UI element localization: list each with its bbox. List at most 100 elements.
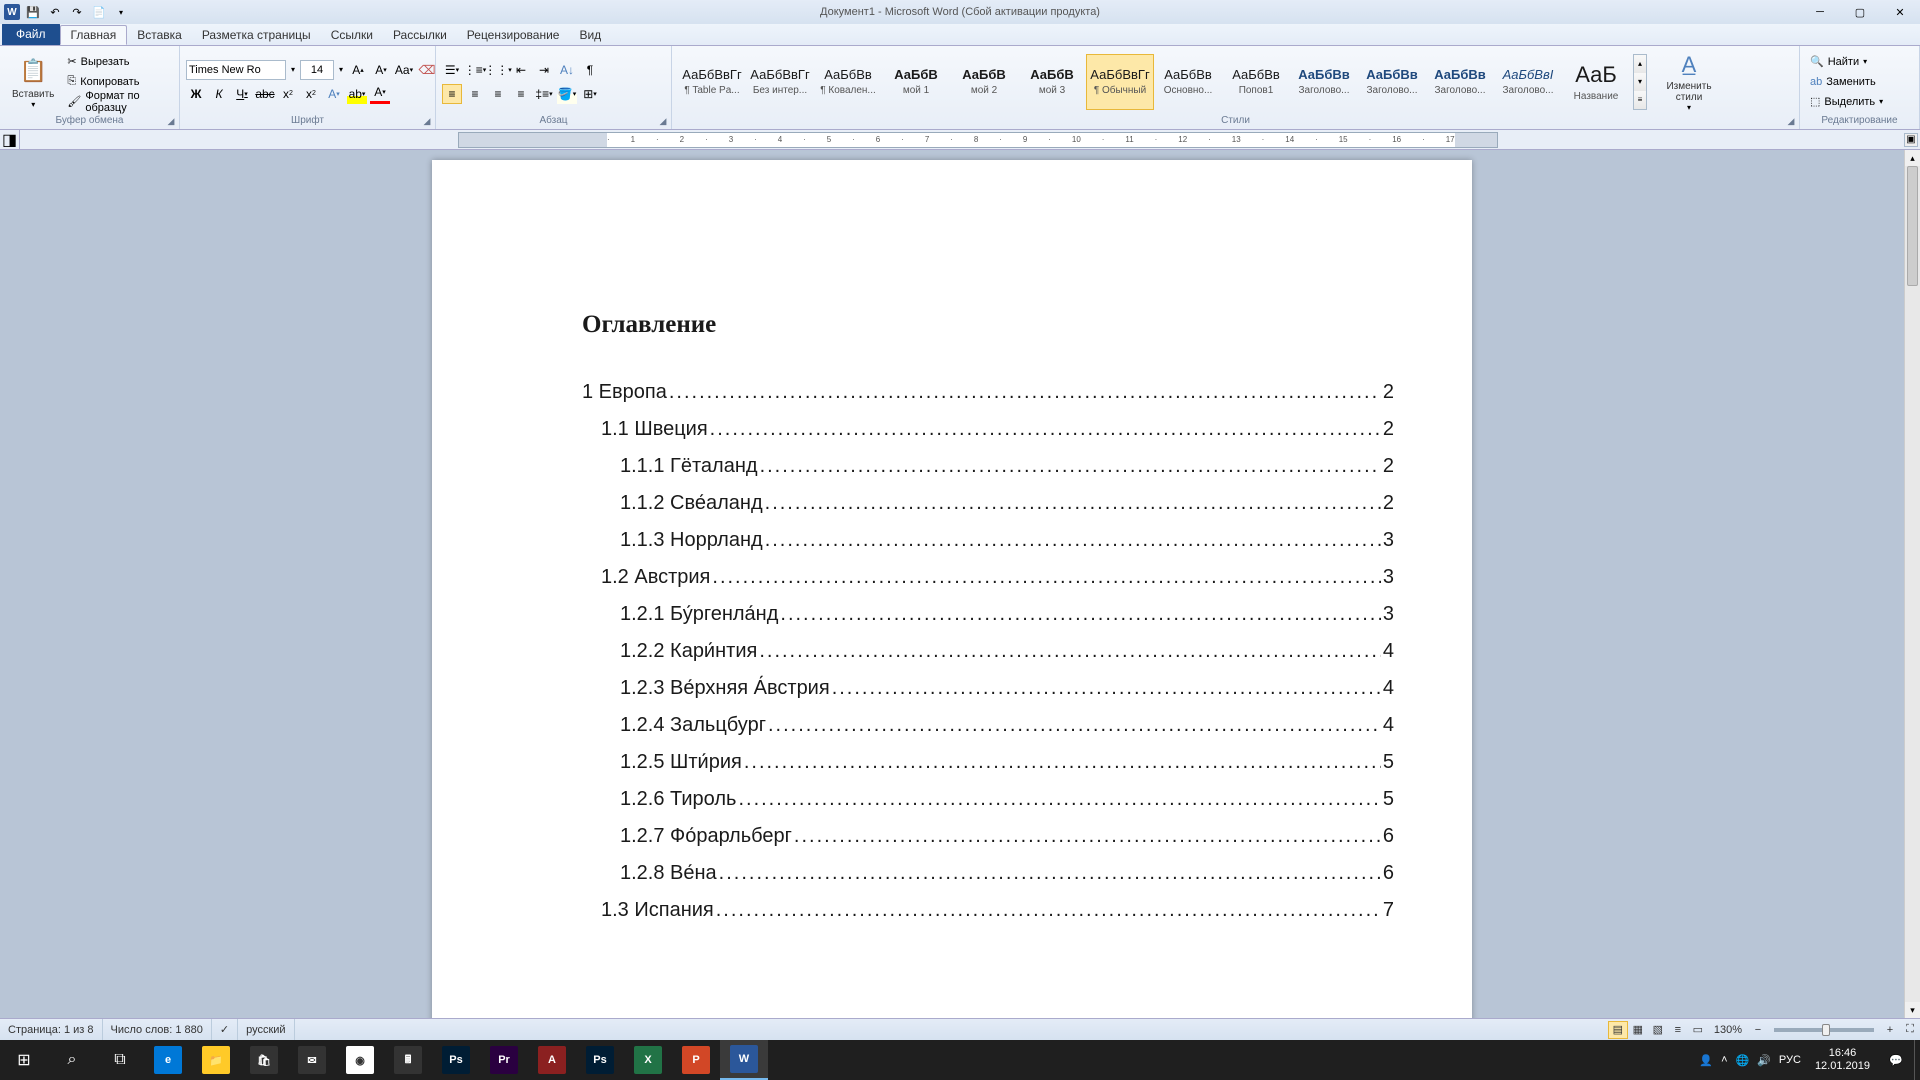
style-scroll-more[interactable]: ≡ [1634,91,1646,109]
multilevel-button[interactable]: ⋮⋮▾ [488,60,508,80]
style-item-4[interactable]: АаБбВмой 2 [950,54,1018,110]
horizontal-ruler[interactable]: ·1·2·3·4·5·6·7·8·9·10·11·12·13·14·15·16·… [458,132,1498,148]
taskbar-ppt[interactable]: P [672,1040,720,1080]
style-item-10[interactable]: АаБбВвЗаголово... [1358,54,1426,110]
style-item-0[interactable]: АаБбВвГг¶ Table Pa... [678,54,746,110]
search-button[interactable]: ⌕ [48,1040,96,1080]
paste-button[interactable]: 📋 Вставить ▾ [6,50,60,114]
style-item-3[interactable]: АаБбВмой 1 [882,54,950,110]
shading-button[interactable]: 🪣▾ [557,84,577,104]
tab-2[interactable]: Разметка страницы [192,25,321,45]
tray-lang[interactable]: РУС [1779,1054,1801,1066]
tab-5[interactable]: Рецензирование [457,25,570,45]
zoom-slider[interactable] [1774,1028,1874,1032]
style-item-9[interactable]: АаБбВвЗаголово... [1290,54,1358,110]
show-marks-button[interactable]: ¶ [580,60,600,80]
taskbar-store[interactable]: 🛍 [240,1040,288,1080]
tab-0[interactable]: Главная [60,25,128,45]
subscript-button[interactable]: x2 [278,84,298,104]
font-dd-icon[interactable]: ▾ [289,65,297,74]
borders-button[interactable]: ⊞▾ [580,84,600,104]
document-area[interactable]: Оглавление 1 Европа ....................… [0,150,1904,1050]
style-item-13[interactable]: АаБНазвание [1562,54,1630,110]
underline-button[interactable]: Ч▾ [232,84,252,104]
bullets-button[interactable]: ☰▾ [442,60,462,80]
scroll-up-icon[interactable]: ▴ [1905,150,1920,166]
style-scroll-down[interactable]: ▾ [1634,73,1646,91]
new-doc-icon[interactable]: 📄 [90,3,108,21]
zoom-in-button[interactable]: + [1880,1021,1900,1039]
tray-notifications[interactable]: 💬 [1878,1040,1914,1080]
view-full-screen[interactable]: ▦ [1628,1021,1648,1039]
taskbar-word[interactable]: W [720,1040,768,1080]
style-item-12[interactable]: АаБбВвIЗаголово... [1494,54,1562,110]
style-item-1[interactable]: АаБбВвГгБез интер... [746,54,814,110]
tray-volume-icon[interactable]: 🔊 [1757,1054,1771,1067]
tab-1[interactable]: Вставка [127,25,192,45]
taskbar-excel[interactable]: X [624,1040,672,1080]
scroll-down-icon[interactable]: ▾ [1905,1002,1920,1018]
undo-icon[interactable]: ↶ [46,3,64,21]
style-item-2[interactable]: АаБбВв¶ Ковален... [814,54,882,110]
align-right-button[interactable]: ≡ [488,84,508,104]
qat-customize-icon[interactable]: ▾ [112,3,130,21]
style-item-7[interactable]: АаБбВвОсновно... [1154,54,1222,110]
font-launcher[interactable]: ◢ [421,115,433,127]
font-color-button[interactable]: A▾ [370,84,390,104]
view-print-layout[interactable]: ▤ [1608,1021,1628,1039]
clipboard-launcher[interactable]: ◢ [165,115,177,127]
style-item-5[interactable]: АаБбВмой 3 [1018,54,1086,110]
taskbar-calc[interactable]: 🖩 [384,1040,432,1080]
decrease-indent-button[interactable]: ⇤ [511,60,531,80]
redo-icon[interactable]: ↷ [68,3,86,21]
zoom-out-button[interactable]: − [1748,1021,1768,1039]
tab-file[interactable]: Файл [2,23,60,45]
size-dd-icon[interactable]: ▾ [337,65,345,74]
style-item-6[interactable]: АаБбВвГг¶ Обычный [1086,54,1154,110]
align-left-button[interactable]: ≡ [442,84,462,104]
font-size-select[interactable] [300,60,334,80]
paragraph-launcher[interactable]: ◢ [657,115,669,127]
taskbar-ps[interactable]: Ps [432,1040,480,1080]
maximize-button[interactable]: ▢ [1840,0,1880,24]
taskbar-explorer[interactable]: 📁 [192,1040,240,1080]
sort-button[interactable]: A↓ [557,60,577,80]
text-effects-button[interactable]: A▾ [324,84,344,104]
numbering-button[interactable]: ⋮≡▾ [465,60,485,80]
tab-6[interactable]: Вид [569,25,611,45]
ruler-corner[interactable]: ◨ [0,130,20,150]
status-proofing[interactable]: ✓ [212,1019,238,1040]
ruler-toggle-button[interactable]: ▣ [1904,133,1918,147]
tray-clock[interactable]: 16:46 12.01.2019 [1807,1047,1878,1073]
tray-network-icon[interactable]: 🌐 [1736,1054,1750,1067]
tray-people-icon[interactable]: 👤 [1699,1054,1713,1067]
start-button[interactable]: ⊞ [0,1040,48,1080]
align-center-button[interactable]: ≡ [465,84,485,104]
grow-font-button[interactable]: A▴ [348,60,368,80]
taskbar-chrome[interactable]: ◉ [336,1040,384,1080]
taskbar-edge[interactable]: e [144,1040,192,1080]
replace-button[interactable]: abЗаменить [1806,73,1887,91]
zoom-level[interactable]: 130% [1708,1024,1748,1036]
change-case-button[interactable]: Aa▾ [394,60,414,80]
style-item-11[interactable]: АаБбВвЗаголово... [1426,54,1494,110]
tab-4[interactable]: Рассылки [383,25,457,45]
task-view-button[interactable]: ⧉ [96,1040,144,1080]
superscript-button[interactable]: x2 [301,84,321,104]
bold-button[interactable]: Ж [186,84,206,104]
style-item-8[interactable]: АаБбВвПопов1 [1222,54,1290,110]
scroll-thumb[interactable] [1907,166,1918,286]
italic-button[interactable]: К [209,84,229,104]
taskbar-pr[interactable]: Pr [480,1040,528,1080]
increase-indent-button[interactable]: ⇥ [534,60,554,80]
shrink-font-button[interactable]: A▾ [371,60,391,80]
cut-button[interactable]: ✂Вырезать [63,53,173,71]
show-desktop-button[interactable] [1914,1040,1920,1080]
format-painter-button[interactable]: 🖌Формат по образцу [63,93,173,111]
status-language[interactable]: русский [238,1019,294,1040]
justify-button[interactable]: ≡ [511,84,531,104]
find-button[interactable]: 🔍Найти▾ [1806,53,1887,71]
highlight-button[interactable]: ab▾ [347,84,367,104]
save-icon[interactable]: 💾 [24,3,42,21]
minimize-button[interactable]: ─ [1800,0,1840,24]
